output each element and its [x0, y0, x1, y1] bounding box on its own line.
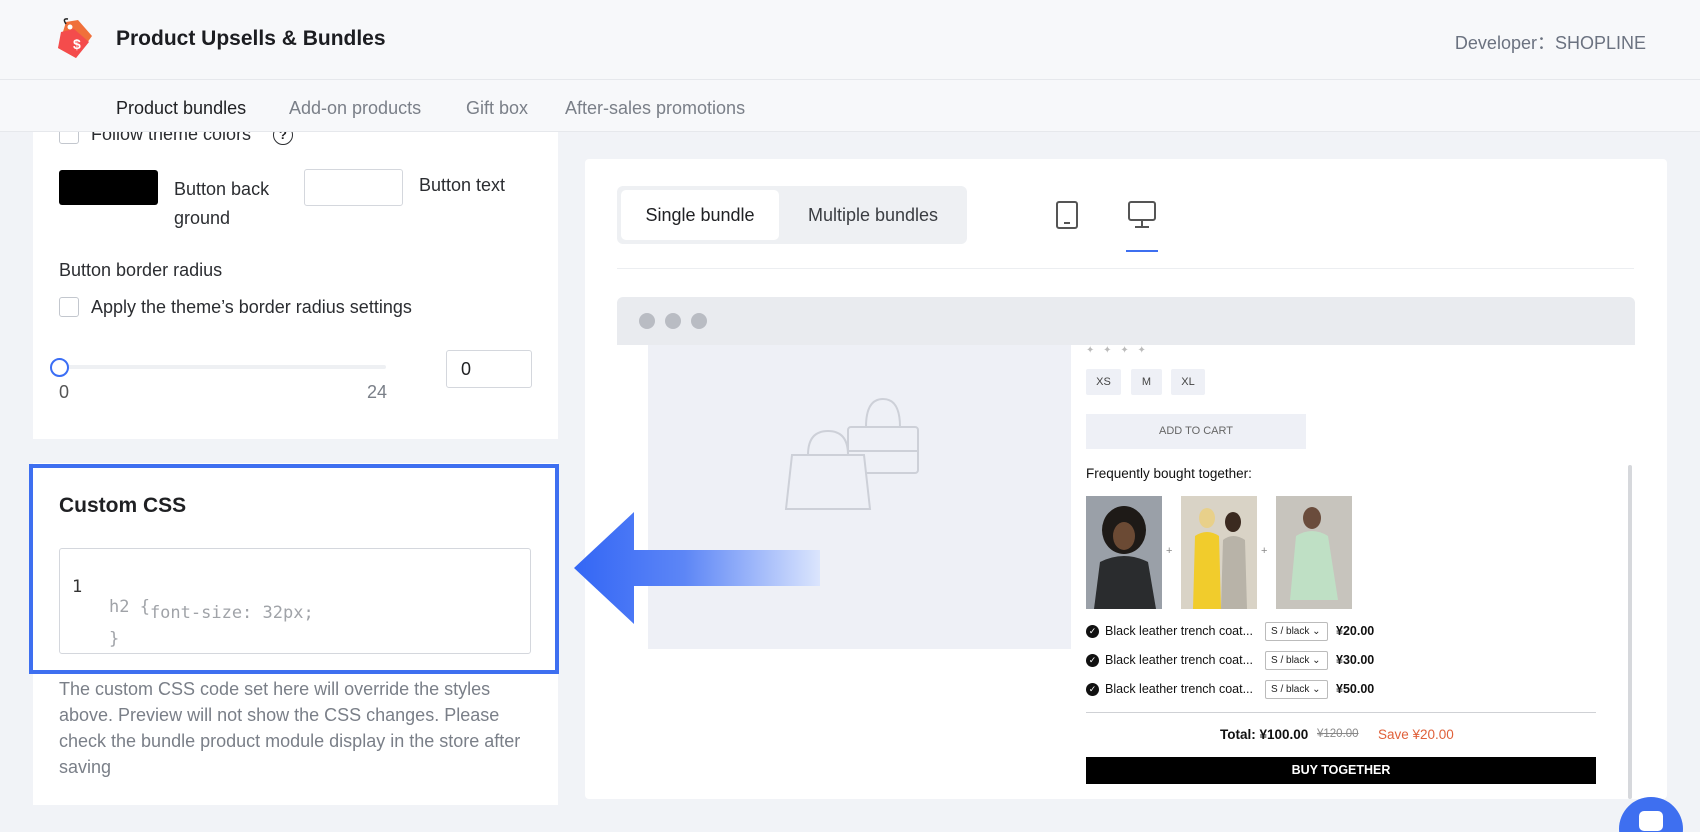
product-image-3 [1276, 496, 1352, 609]
check-icon[interactable]: ✓ [1086, 683, 1099, 696]
button-style-card: Follow theme colors ? Button back ground… [33, 132, 558, 439]
code-line: 1 h2 { [60, 557, 150, 617]
plus-sign: + [1261, 545, 1268, 557]
code-text: } [109, 629, 120, 649]
follow-theme-label: Follow theme colors [91, 132, 252, 144]
custom-css-note: The custom CSS code set here will overri… [59, 679, 521, 777]
plus-sign: + [1166, 545, 1173, 557]
buy-together-button[interactable]: BUY TOGETHER [1086, 757, 1596, 784]
follow-theme-row: Follow theme colors ? [33, 132, 558, 146]
code-line: } [60, 609, 119, 649]
app-header: $ Product Upsells & Bundles Developer：SH… [0, 0, 1700, 80]
css-code-editor[interactable]: 1 h2 { font-size: 32px; } [59, 548, 531, 654]
tab-after-sales-promotions[interactable]: After-sales promotions [565, 98, 745, 119]
bundle-item-price: ¥20.00 [1336, 624, 1375, 638]
bundle-type-toggle: Single bundle Multiple bundles [617, 186, 967, 244]
bundle-item-name: Black leather trench coat... [1105, 624, 1253, 638]
shopping-bags-icon [784, 397, 919, 510]
frequently-bought-title: Frequently bought together: [1086, 466, 1252, 481]
window-dot [665, 313, 681, 329]
code-text: font-size: 32px; [109, 603, 314, 623]
size-option-xl[interactable]: XL [1171, 369, 1205, 395]
bundle-item-price: ¥50.00 [1336, 682, 1375, 696]
variant-value: S / black [1271, 626, 1310, 637]
preview-scrollbar[interactable] [1628, 465, 1632, 799]
bundle-item-name: Black leather trench coat... [1105, 653, 1253, 667]
apply-theme-radius-label: Apply the theme’s border radius settings [91, 297, 412, 317]
button-background-label: Button back ground [174, 179, 270, 228]
svg-text:$: $ [73, 36, 81, 52]
variant-value: S / black [1271, 655, 1310, 666]
chat-icon [1639, 811, 1663, 831]
variant-select[interactable]: S / black ⌄ [1265, 651, 1328, 670]
mobile-icon[interactable] [1055, 200, 1079, 230]
code-line: font-size: 32px; [60, 583, 314, 623]
check-icon[interactable]: ✓ [1086, 654, 1099, 667]
slider-max-label: 24 [367, 382, 388, 402]
desktop-icon[interactable] [1126, 200, 1158, 230]
original-total: ¥120.00 [1317, 728, 1359, 740]
window-dot [639, 313, 655, 329]
tab-product-bundles[interactable]: Product bundles [116, 98, 246, 119]
check-icon[interactable]: ✓ [1086, 625, 1099, 638]
variant-value: S / black [1271, 684, 1310, 695]
bundle-item-name: Black leather trench coat... [1105, 682, 1253, 696]
bundle-item-price: ¥30.00 [1336, 653, 1375, 667]
window-dot [691, 313, 707, 329]
browser-bar [617, 297, 1635, 345]
size-option-xs[interactable]: XS [1086, 369, 1121, 395]
tab-multiple-bundles[interactable]: Multiple bundles [785, 190, 961, 240]
slider-min-label: 0 [59, 382, 70, 402]
active-device-underline [1126, 250, 1158, 252]
rating-stars: ✦ ✦ ✦ ✦ [1086, 345, 1149, 356]
developer-label: Developer：SHOPLINE [1454, 33, 1646, 53]
variant-select[interactable]: S / black ⌄ [1265, 622, 1328, 641]
chat-button[interactable] [1619, 797, 1683, 832]
variant-select[interactable]: S / black ⌄ [1265, 680, 1328, 699]
tab-add-on-products[interactable]: Add-on products [289, 98, 421, 119]
left-arrow-icon [574, 512, 820, 624]
summary-divider [1086, 712, 1596, 713]
button-background-swatch[interactable] [59, 170, 158, 205]
product-image-1 [1086, 496, 1162, 609]
border-radius-title: Button border radius [59, 260, 223, 280]
radius-value-input[interactable]: 0 [446, 350, 532, 388]
follow-theme-checkbox[interactable] [59, 132, 79, 144]
button-text-label: Button text [419, 175, 506, 195]
bundle-total: Total: ¥100.00 [1220, 727, 1309, 742]
radius-slider-track[interactable] [59, 365, 386, 369]
tab-gift-box[interactable]: Gift box [466, 98, 528, 119]
button-text-swatch[interactable] [304, 169, 403, 206]
add-to-cart-button[interactable]: ADD TO CART [1086, 414, 1306, 449]
savings-label: Save ¥20.00 [1378, 727, 1454, 742]
apply-theme-radius-checkbox[interactable] [59, 297, 79, 317]
help-icon[interactable]: ? [273, 132, 293, 145]
app-title: Product Upsells & Bundles [116, 27, 386, 50]
size-option-m[interactable]: M [1131, 369, 1162, 395]
panel-divider [617, 268, 1634, 269]
radius-slider-thumb[interactable] [50, 358, 69, 377]
custom-css-title: Custom CSS [59, 494, 187, 517]
app-logo-icon: $ [58, 18, 92, 58]
product-image-2 [1181, 496, 1257, 609]
main-nav: Product bundles Add-on products Gift box… [0, 80, 1700, 132]
tab-single-bundle[interactable]: Single bundle [621, 190, 779, 240]
